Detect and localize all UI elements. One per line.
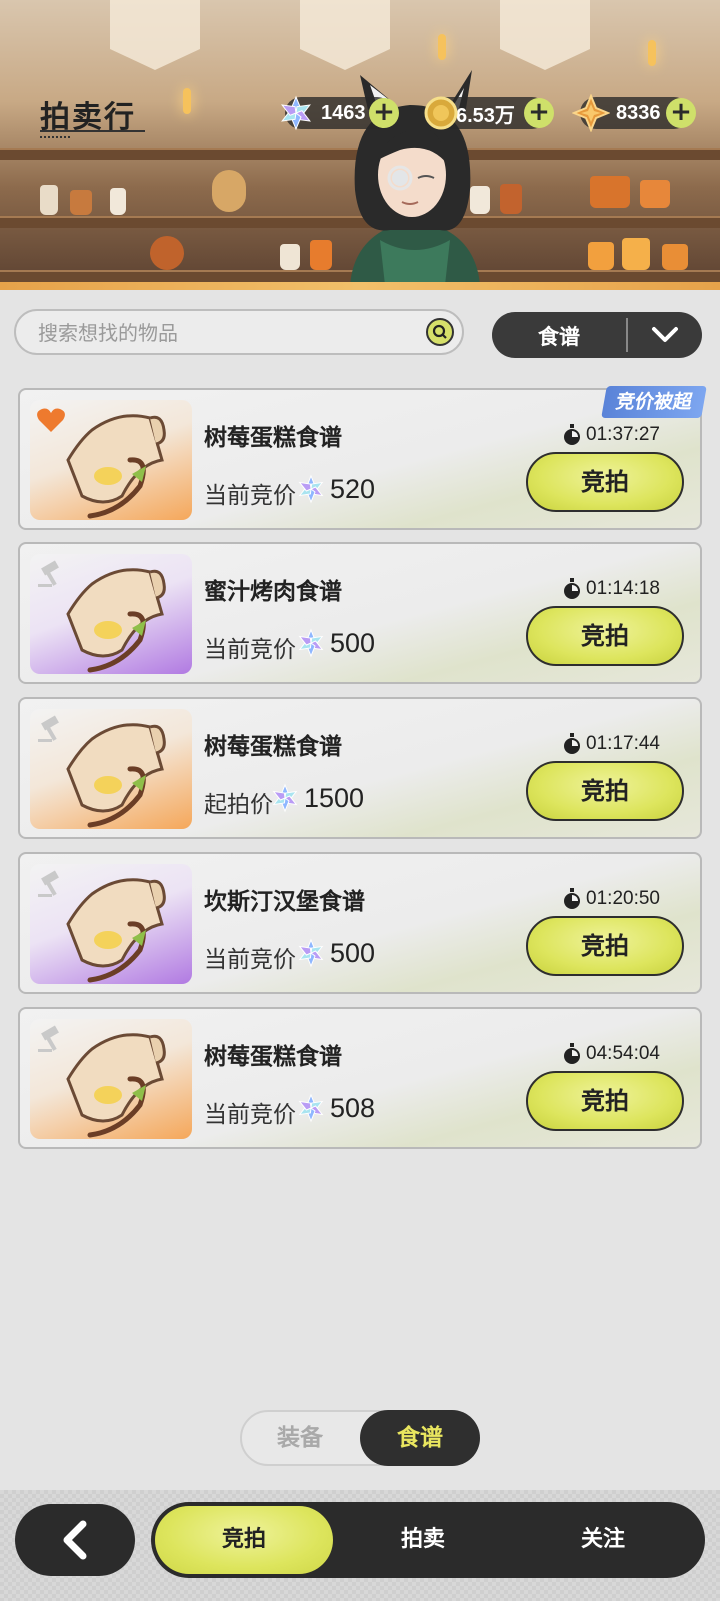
stopwatch-icon	[564, 733, 581, 754]
item-name: 树莓蛋糕食谱	[204, 425, 342, 451]
auction-item-card[interactable]: 树莓蛋糕食谱 起拍价 1500 01:17:44 竞拍	[18, 697, 702, 839]
price-label: 当前竞价	[204, 483, 296, 509]
chevron-down-icon[interactable]	[628, 312, 702, 358]
jar	[40, 185, 58, 215]
price-label: 起拍价	[204, 792, 273, 818]
bottom-nav: 竞拍 拍卖 关注	[151, 1502, 705, 1578]
snowflake-gem-icon	[298, 938, 324, 968]
price-value: 520	[330, 474, 376, 504]
bunting-decoration	[300, 0, 390, 70]
pumpkin	[150, 236, 184, 270]
jar	[622, 238, 650, 270]
item-name: 树莓蛋糕食谱	[204, 734, 342, 760]
auction-item-card[interactable]: 树莓蛋糕食谱 当前竞价 508 04:54:04 竞拍	[18, 1007, 702, 1149]
bid-button[interactable]: 竞拍	[526, 1071, 684, 1131]
jar	[500, 184, 522, 214]
back-button[interactable]	[15, 1504, 135, 1576]
heart-icon[interactable]	[36, 406, 66, 434]
gavel-icon	[38, 1025, 59, 1052]
stopwatch-icon	[564, 424, 581, 445]
timer-value: 04:54:04	[586, 1043, 660, 1064]
snowflake-gem-icon	[298, 1093, 324, 1123]
price-label: 当前竞价	[204, 637, 296, 663]
price-label: 当前竞价	[204, 947, 296, 973]
countdown-timer: 04:54:04	[562, 1043, 660, 1065]
jar	[662, 244, 688, 270]
jar	[280, 244, 300, 270]
bunting-decoration	[500, 0, 590, 70]
tab-auction[interactable]: 拍卖	[333, 1502, 513, 1578]
gavel-icon	[38, 715, 59, 742]
jar	[310, 240, 332, 270]
timer-value: 01:37:27	[586, 424, 660, 445]
chevron-left-icon	[63, 1520, 87, 1560]
timer-value: 01:14:18	[586, 578, 660, 599]
stopwatch-icon	[564, 578, 581, 599]
gold-coin-icon	[424, 96, 458, 130]
search-input[interactable]	[36, 319, 420, 347]
item-name: 蜜汁烤肉食谱	[204, 579, 342, 605]
gavel-icon	[38, 870, 59, 897]
countdown-timer: 01:17:44	[562, 733, 660, 755]
countdown-timer: 01:20:50	[562, 888, 660, 910]
jar	[70, 190, 92, 215]
add-crystal-button[interactable]: +	[666, 98, 696, 128]
tab-bid[interactable]: 竞拍	[155, 1506, 333, 1574]
add-coin-button[interactable]: +	[524, 98, 554, 128]
category-filter-dropdown[interactable]: 食谱	[492, 312, 702, 358]
price-value: 500	[330, 938, 376, 968]
jar	[590, 176, 630, 208]
currency-gem: 1463 +	[281, 95, 399, 131]
bunting-decoration	[110, 0, 200, 70]
add-gem-button[interactable]: +	[369, 98, 399, 128]
lamp-decoration	[183, 88, 191, 114]
bid-button[interactable]: 竞拍	[526, 606, 684, 666]
filter-selected-label: 食谱	[538, 325, 580, 349]
bid-button[interactable]: 竞拍	[526, 761, 684, 821]
countdown-timer: 01:14:18	[562, 578, 660, 600]
snowflake-gem-icon	[298, 474, 324, 504]
outbid-badge: 竞价被超	[601, 386, 707, 418]
price-value: 500	[330, 628, 376, 658]
currency-crystal: 8336 +	[572, 94, 696, 132]
jar	[212, 170, 246, 212]
timer-value: 01:20:50	[586, 888, 660, 909]
gavel-icon	[38, 560, 59, 587]
bid-button[interactable]: 竞拍	[526, 916, 684, 976]
bid-button[interactable]: 竞拍	[526, 452, 684, 512]
lamp-decoration	[648, 40, 656, 66]
shop-background	[0, 0, 720, 290]
snowflake-gem-icon	[298, 628, 324, 658]
jar	[588, 242, 614, 270]
countdown-timer: 01:37:27	[562, 424, 660, 446]
search-icon[interactable]	[426, 318, 454, 346]
star-crystal-icon	[572, 94, 610, 132]
toggle-equipment[interactable]: 装备	[242, 1412, 358, 1464]
price-label: 当前竞价	[204, 1102, 296, 1128]
jar	[110, 188, 126, 215]
auction-item-card[interactable]: 竞价被超 树莓蛋糕食谱 当前竞价 520 01:37:27 竞拍	[18, 386, 707, 530]
stopwatch-icon	[564, 888, 581, 909]
timer-value: 01:17:44	[586, 733, 660, 754]
title-dots	[40, 136, 70, 138]
auction-item-card[interactable]: 坎斯汀汉堡食谱 当前竞价 500 01:20:50 竞拍	[18, 852, 702, 994]
snowflake-gem-icon	[281, 95, 311, 131]
stopwatch-icon	[564, 1043, 581, 1064]
title-underline	[40, 130, 145, 132]
price-value: 1500	[304, 783, 365, 813]
category-toggle: 装备 食谱	[240, 1410, 480, 1466]
auction-item-card[interactable]: 蜜汁烤肉食谱 当前竞价 500 01:14:18 竞拍	[18, 542, 702, 684]
tab-watchlist[interactable]: 关注	[513, 1502, 693, 1578]
currency-coin: 6.53万 +	[424, 96, 554, 130]
toggle-recipe[interactable]: 食谱	[360, 1410, 480, 1466]
search-bar	[14, 309, 464, 355]
item-name: 树莓蛋糕食谱	[204, 1044, 342, 1070]
snowflake-gem-icon	[272, 783, 298, 813]
lamp-decoration	[438, 34, 446, 60]
item-name: 坎斯汀汉堡食谱	[204, 889, 365, 915]
jar	[640, 180, 670, 208]
price-value: 508	[330, 1093, 376, 1123]
